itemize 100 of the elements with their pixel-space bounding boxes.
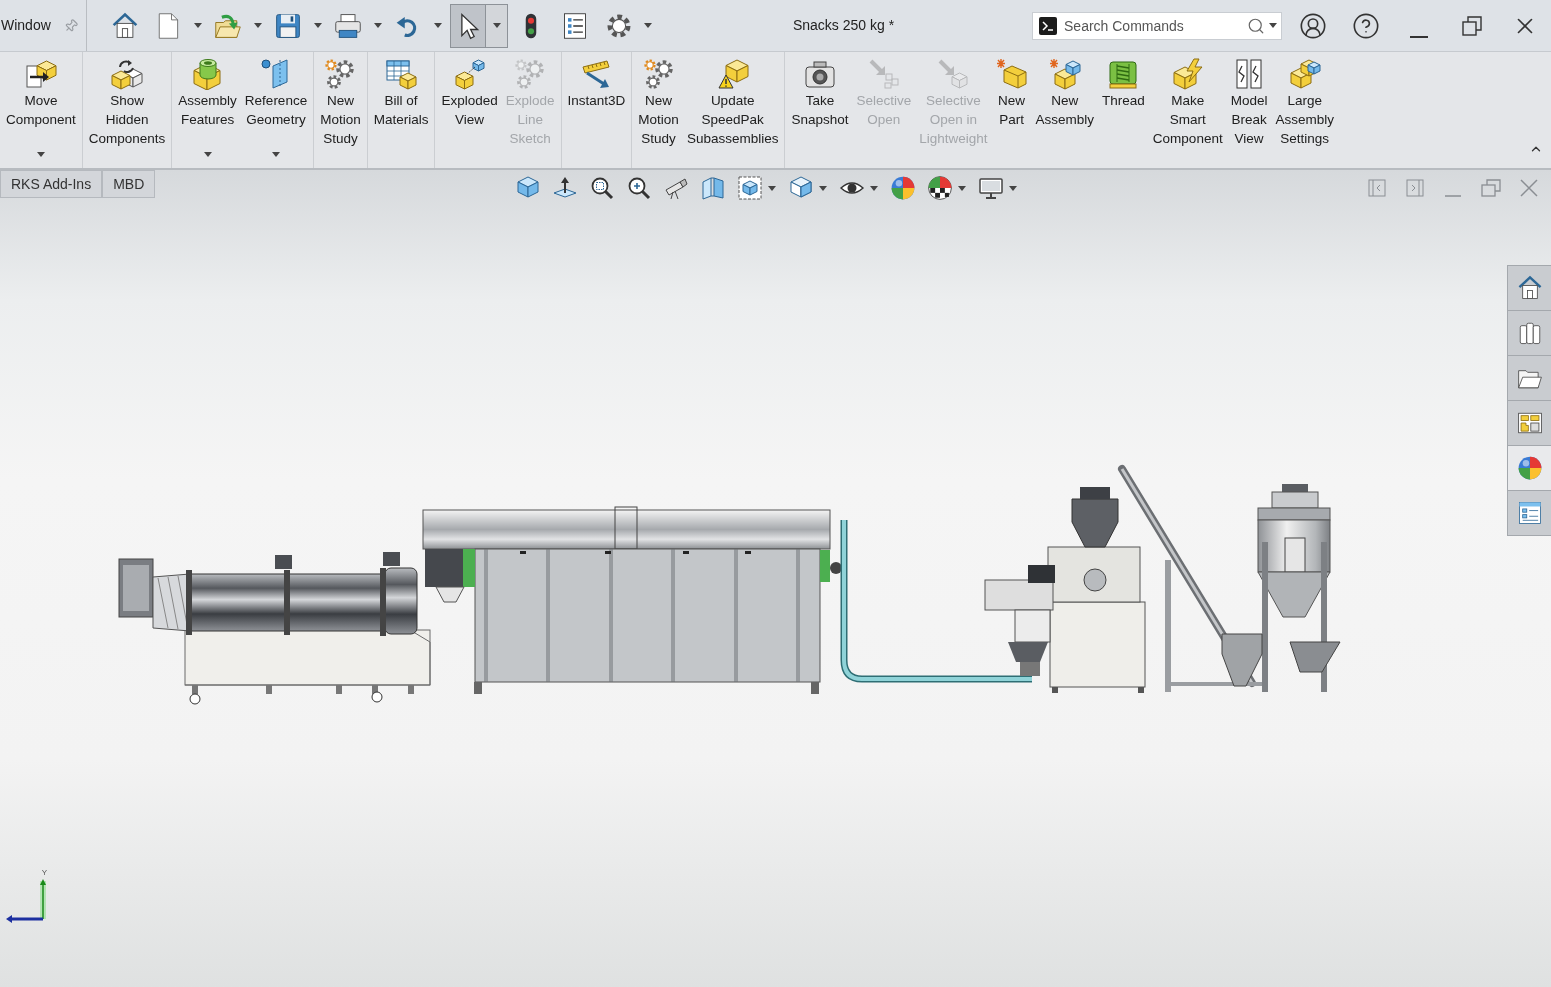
caret-icon	[492, 23, 501, 28]
gears-icon	[514, 58, 547, 90]
caret-icon	[203, 152, 212, 157]
color-sphere-icon	[890, 175, 917, 201]
apply-scene-button[interactable]	[927, 175, 954, 201]
caret-icon	[374, 23, 382, 28]
zoom-area-button[interactable]	[589, 175, 616, 201]
caret-icon	[958, 185, 967, 191]
select-button[interactable]	[450, 3, 486, 48]
caret-icon	[768, 185, 777, 191]
caret-icon	[434, 23, 442, 28]
camera-icon	[803, 58, 836, 90]
color-sphere-icon	[1516, 455, 1543, 481]
exploded-blocks-icon	[453, 58, 486, 90]
ribbon-button[interactable]: Thread	[1098, 52, 1149, 168]
task-pane-tab[interactable]	[1508, 401, 1551, 446]
checkered-sphere-icon	[927, 175, 954, 201]
caret-icon	[1009, 185, 1018, 191]
cylinder-block-icon	[191, 58, 224, 90]
terminal-icon	[1039, 16, 1057, 35]
task-pane-tab[interactable]	[1508, 266, 1551, 311]
minimize-icon	[1410, 35, 1428, 38]
help-icon	[1352, 11, 1380, 40]
caret-icon	[254, 23, 262, 28]
user-icon	[1299, 11, 1327, 40]
printer-icon	[334, 11, 362, 40]
list-icon	[1516, 500, 1543, 526]
cube-icon	[516, 176, 541, 200]
caret-icon	[272, 152, 280, 157]
menu-item[interactable]: Window	[0, 15, 51, 36]
block-arrow-icon	[24, 58, 57, 90]
ribbon-button[interactable]: Take Snapshot	[787, 52, 853, 168]
list-icon	[561, 11, 589, 40]
view-orientation-button[interactable]	[737, 175, 764, 201]
task-pane-tab[interactable]	[1508, 491, 1551, 536]
stacked-blocks-icon	[1288, 58, 1321, 90]
ribbon-button[interactable]: Model Break View	[1226, 52, 1272, 168]
zoom-icon	[627, 176, 652, 200]
axis-label: Y	[41, 868, 47, 877]
display-style-button[interactable]	[788, 175, 815, 201]
search-icon	[1247, 16, 1265, 35]
task-pane-tab[interactable]	[1508, 446, 1551, 491]
caret-icon	[870, 185, 879, 191]
table-block-icon	[385, 58, 418, 90]
home-icon	[1516, 275, 1543, 301]
arrow-boxes-icon	[867, 58, 900, 90]
caret-icon	[1269, 23, 1277, 28]
ribbon-button[interactable]: Assembly Features	[174, 52, 241, 168]
axis-triad-icon	[5, 877, 49, 923]
task-pane-tab[interactable]	[1508, 356, 1551, 401]
ribbon-button[interactable]: Exploded View	[437, 52, 502, 168]
caret-icon	[314, 23, 322, 28]
gears-icon	[642, 58, 675, 90]
ribbon-button[interactable]: New Motion Study	[634, 52, 683, 168]
framed-cube-icon	[738, 176, 763, 200]
block-sparkle-icon	[995, 58, 1028, 90]
ribbon-button[interactable]: New Part	[991, 52, 1032, 168]
ribbon-button[interactable]: Show Hidden Components	[84, 52, 170, 168]
telescope-icon	[664, 176, 689, 200]
edit-appearance-button[interactable]	[890, 175, 917, 201]
ribbon-button[interactable]: Bill of Materials	[369, 52, 433, 168]
view-settings-button[interactable]	[978, 175, 1005, 201]
panel-left-icon	[1368, 179, 1386, 197]
ribbon-button[interactable]: Update SpeedPak Subassemblies	[682, 52, 783, 168]
sliced-cube-icon	[701, 176, 726, 200]
home-icon	[111, 11, 139, 40]
panel-right-icon	[1406, 179, 1424, 197]
ribbon-button[interactable]: Reference Geometry	[240, 52, 312, 168]
caret-icon	[819, 185, 828, 191]
command-tab[interactable]: RKS Add-Ins	[0, 170, 103, 198]
ribbon-button[interactable]: Large Assembly Settings	[1271, 52, 1338, 168]
command-tab[interactable]: MBD	[102, 170, 156, 198]
task-pane-tab[interactable]	[1508, 311, 1551, 356]
monitor-icon	[979, 176, 1004, 200]
ribbon-button[interactable]: New Motion Study	[316, 52, 365, 168]
arrow-plane-icon	[553, 176, 578, 200]
minimize-icon	[1445, 195, 1461, 197]
magnifier-square-icon	[590, 176, 615, 200]
normal-to-button[interactable]	[552, 175, 579, 201]
document-title: Snacks 250 kg *	[792, 16, 895, 35]
section-view-button[interactable]	[700, 175, 727, 201]
block-cube-sparkle-icon	[1048, 58, 1081, 90]
caret-icon	[36, 152, 45, 157]
block-lightning-icon	[1171, 58, 1204, 90]
close-icon	[1520, 179, 1538, 197]
ribbon-button[interactable]: New Assembly	[1031, 52, 1099, 168]
search-input[interactable]: Search Commands	[1064, 12, 1247, 39]
blocks-arrows-icon	[111, 58, 144, 90]
arrow-block-icon	[937, 58, 970, 90]
zoom-button[interactable]	[626, 175, 653, 201]
threaded-cylinder-icon	[1107, 58, 1140, 90]
home-button[interactable]	[110, 10, 140, 41]
ribbon-button[interactable]: Move Component	[2, 52, 80, 168]
caret-icon	[194, 23, 202, 28]
restore-icon	[1481, 179, 1501, 197]
search-field[interactable]: Search Commands	[1032, 11, 1282, 40]
ribbon-button[interactable]: Instant3D	[563, 52, 630, 168]
ruler-arrow-icon	[580, 58, 613, 90]
ribbon-button[interactable]: Make Smart Component	[1148, 52, 1227, 168]
block-warning-icon	[716, 58, 749, 90]
